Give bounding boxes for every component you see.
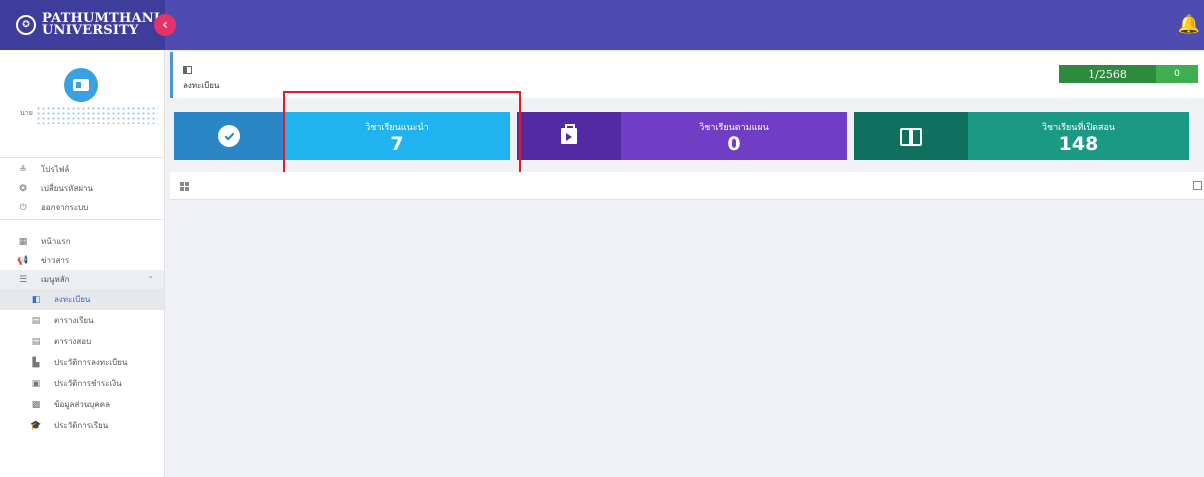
user-icon: ≗ [19, 164, 27, 175]
term-count: 0 [1156, 65, 1198, 83]
term-badge[interactable]: 1/2568 0 [1059, 65, 1198, 83]
sidebar-item-exam-schedule[interactable]: ▤ ตารางสอบ [0, 331, 164, 352]
register-icon [183, 66, 192, 74]
sidebar-item-main-menu[interactable]: ☰ เมนูหลัก ⌃ [0, 270, 164, 289]
sidebar-item-news[interactable]: 📢 ข่าวสาร [0, 251, 164, 270]
menu-icon: ☰ [18, 274, 28, 285]
history-icon: ▙ [32, 357, 40, 368]
logo[interactable]: ✪ PATHUMTHANI UNIVERSITY [0, 0, 165, 50]
sidebar-item-payment-history[interactable]: ▣ ประวัติการชำระเงิน [0, 373, 164, 394]
sidebar-item-change-password[interactable]: ❂ เปลี่ยนรหัสผ่าน [0, 179, 164, 198]
chevron-left-icon[interactable]: ‹ [154, 14, 176, 36]
card-value-box: วิชาเรียนตามแผน 0 [621, 112, 847, 160]
sidebar-item-label: ลงทะเบียน [54, 295, 91, 304]
id-card-icon [64, 68, 98, 102]
sidebar-item-logout[interactable]: ⏻ ออกจากระบบ [0, 198, 164, 217]
university-name: PATHUMTHANI UNIVERSITY [42, 11, 161, 38]
main-content: ลงทะเบียน 1/2568 0 วิชาเรียนแนะนำ 7 วิชา… [165, 50, 1204, 477]
power-icon: ⏻ [19, 202, 27, 213]
redacted-name [36, 106, 158, 124]
bell-icon[interactable]: 🔔 [1178, 14, 1200, 35]
calendar-icon: ▤ [31, 336, 41, 347]
sidebar-item-label: เมนูหลัก [41, 275, 70, 284]
sidebar-item-academic-history[interactable]: 🎓 ประวัติการเรียน [0, 415, 164, 436]
card-value-box: วิชาเรียนที่เปิดสอน 148 [968, 112, 1189, 160]
sidebar-item-label: เปลี่ยนรหัสผ่าน [41, 184, 93, 193]
card-value: 0 [727, 133, 741, 155]
card-label: วิชาเรียนตามแผน [699, 123, 769, 133]
sidebar-item-personal-info[interactable]: ▩ ข้อมูลส่วนบุคคล [0, 394, 164, 415]
register-icon: ◧ [31, 294, 41, 305]
account-menu: ≗ โปรไฟล์ ❂ เปลี่ยนรหัสผ่าน ⏻ ออกจากระบบ [0, 158, 164, 220]
card-planned-courses[interactable]: วิชาเรียนตามแผน 0 [517, 112, 847, 160]
profile-prefix: นาย [20, 109, 33, 117]
card-value: 148 [1058, 133, 1099, 155]
top-bar: ✪ PATHUMTHANI UNIVERSITY ‹ 🔔 [0, 0, 1204, 50]
highlight-box [283, 91, 521, 176]
sidebar-item-class-schedule[interactable]: ▤ ตารางเรียน [0, 310, 164, 331]
card-open-courses[interactable]: วิชาเรียนที่เปิดสอน 148 [854, 112, 1189, 160]
sidebar-item-label: ประวัติการเรียน [54, 421, 109, 430]
briefcase-icon [561, 124, 577, 144]
sidebar-item-label: ประวัติการลงทะเบียน [54, 358, 128, 367]
contact-icon: ▩ [31, 399, 41, 410]
card-icon-box [517, 112, 621, 160]
page-title: ลงทะเบียน [183, 81, 220, 90]
app-root: ✪ PATHUMTHANI UNIVERSITY ‹ 🔔 นาย ≗ โปรไฟ… [0, 0, 1204, 477]
calendar-icon: ▤ [31, 315, 41, 326]
sidebar-item-label: ประวัติการชำระเงิน [54, 379, 122, 388]
card-label: วิชาเรียนที่เปิดสอน [1041, 123, 1116, 133]
calendar-icon[interactable] [1193, 181, 1202, 190]
sidebar-item-registration-history[interactable]: ▙ ประวัติการลงทะเบียน [0, 352, 164, 373]
megaphone-icon: 📢 [17, 255, 29, 266]
grid-icon [180, 182, 189, 191]
graduation-cap-icon: 🎓 [30, 420, 42, 431]
payment-icon: ▣ [31, 378, 41, 389]
sidebar-item-label: โปรไฟล์ [41, 165, 70, 174]
sidebar-item-label: ออกจากระบบ [41, 203, 89, 212]
sidebar-item-label: ตารางเรียน [54, 316, 94, 325]
sidebar-item-profile[interactable]: ≗ โปรไฟล์ [0, 160, 164, 179]
key-icon: ❂ [19, 183, 27, 194]
university-seal-icon: ✪ [16, 15, 36, 35]
sidebar-item-label: ตารางสอบ [54, 337, 92, 346]
sidebar-item-label: ข่าวสาร [41, 256, 70, 265]
chevron-up-icon: ⌃ [147, 275, 154, 284]
content-panel [170, 172, 1204, 200]
sidebar-item-label: ข้อมูลส่วนบุคคล [54, 400, 110, 409]
book-open-icon [900, 128, 922, 146]
sidebar: นาย ≗ โปรไฟล์ ❂ เปลี่ยนรหัสผ่าน ⏻ ออกจาก… [0, 50, 165, 477]
card-icon-box [174, 112, 284, 160]
term-label: 1/2568 [1059, 65, 1156, 83]
check-circle-icon [218, 125, 240, 147]
profile-panel: นาย [0, 50, 164, 158]
dashboard-icon: ▦ [18, 236, 28, 247]
sidebar-item-home[interactable]: ▦ หน้าแรก [0, 232, 164, 251]
card-icon-box [854, 112, 968, 160]
sidebar-item-label: หน้าแรก [41, 237, 71, 246]
main-menu: ▦ หน้าแรก 📢 ข่าวสาร ☰ เมนูหลัก ⌃ ◧ ลงทะเ… [0, 220, 164, 436]
sidebar-item-register[interactable]: ◧ ลงทะเบียน [0, 289, 164, 310]
